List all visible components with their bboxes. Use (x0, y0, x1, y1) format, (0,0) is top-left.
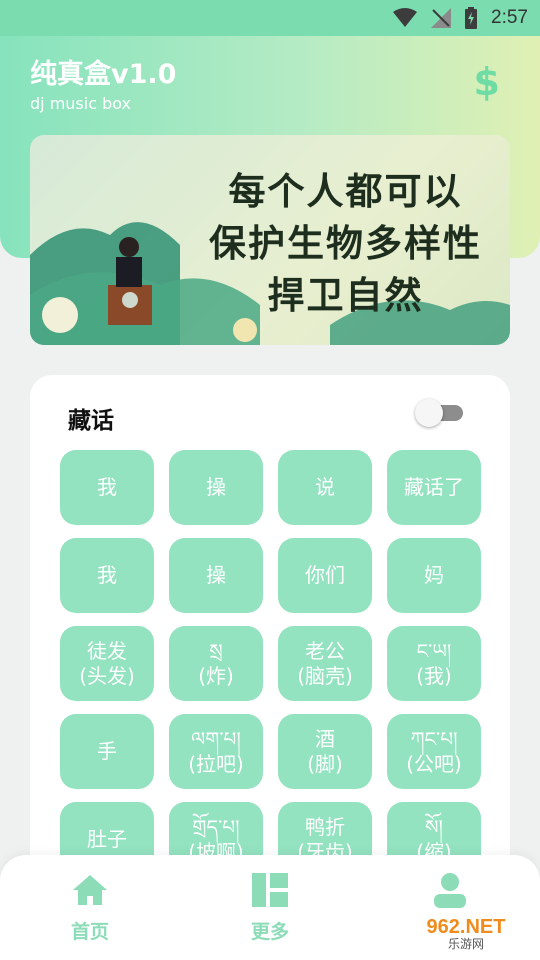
watermark-sub: 乐游网 (447, 937, 484, 951)
app-title: 纯真盒v1.0 (30, 59, 177, 90)
wifi-icon (393, 8, 418, 28)
phrase-button[interactable]: 你们 (278, 538, 372, 613)
phrase-button[interactable]: 藏话了 (387, 450, 481, 525)
phrase-grid: 我 操 说 藏话了 我 操 你们 妈 徒发 (头发) སྲ (炸) 老公 (脑壳… (60, 450, 481, 877)
nav-item-home[interactable]: 首页 (40, 871, 140, 944)
phrase-button[interactable]: 酒 (脚) (278, 714, 372, 789)
phrase-button[interactable]: 妈 (387, 538, 481, 613)
phrase-button[interactable]: ཀང་པ། (公吧) (387, 714, 481, 789)
phrase-button[interactable]: 说 (278, 450, 372, 525)
watermark-brand: 962.NET (426, 916, 506, 938)
user-icon (400, 871, 500, 909)
nav-item-profile[interactable] (400, 871, 500, 917)
nav-label-more: 更多 (250, 921, 289, 943)
status-bar: 2:57 (0, 0, 540, 36)
phrase-button[interactable]: 我 (60, 538, 154, 613)
phrase-button[interactable]: 徒发 (头发) (60, 626, 154, 701)
no-signal-icon (431, 8, 452, 28)
nav-label-home: 首页 (70, 921, 109, 943)
nav-item-more[interactable]: 更多 (220, 871, 320, 944)
phrase-card: 藏话 我 操 说 藏话了 我 操 你们 妈 徒发 (头发) སྲ (炸) 老公 … (30, 375, 510, 895)
banner-text: 每个人都可以 保护生物多样性 捍卫自然 (209, 165, 482, 321)
phrase-button[interactable]: 操 (169, 538, 263, 613)
home-icon (40, 871, 140, 909)
banner-line: 保护生物多样性 (209, 221, 482, 265)
card-title: 藏话 (68, 408, 114, 434)
phrase-button[interactable]: 老公 (脑壳) (278, 626, 372, 701)
dollar-icon[interactable]: $ (474, 60, 500, 104)
banner-line: 捍卫自然 (267, 273, 424, 317)
phrase-button[interactable]: ང་ཡ། (我) (387, 626, 481, 701)
banner[interactable]: 每个人都可以 保护生物多样性 捍卫自然 (30, 135, 510, 345)
battery-icon (465, 7, 478, 29)
grid-icon (220, 871, 320, 909)
phrase-button[interactable]: ལག་པ། (拉吧) (169, 714, 263, 789)
status-time: 2:57 (491, 7, 528, 28)
phrase-button[interactable]: 手 (60, 714, 154, 789)
app-subtitle: dj music box (30, 94, 131, 113)
phrase-button[interactable]: 我 (60, 450, 154, 525)
banner-line: 每个人都可以 (228, 169, 463, 213)
phrase-button[interactable]: སྲ (炸) (169, 626, 263, 701)
toggle-knob (415, 399, 443, 427)
watermark-logo: 962.NET 乐游网 (400, 914, 532, 954)
phrase-button[interactable]: 操 (169, 450, 263, 525)
mode-toggle[interactable] (415, 399, 463, 427)
